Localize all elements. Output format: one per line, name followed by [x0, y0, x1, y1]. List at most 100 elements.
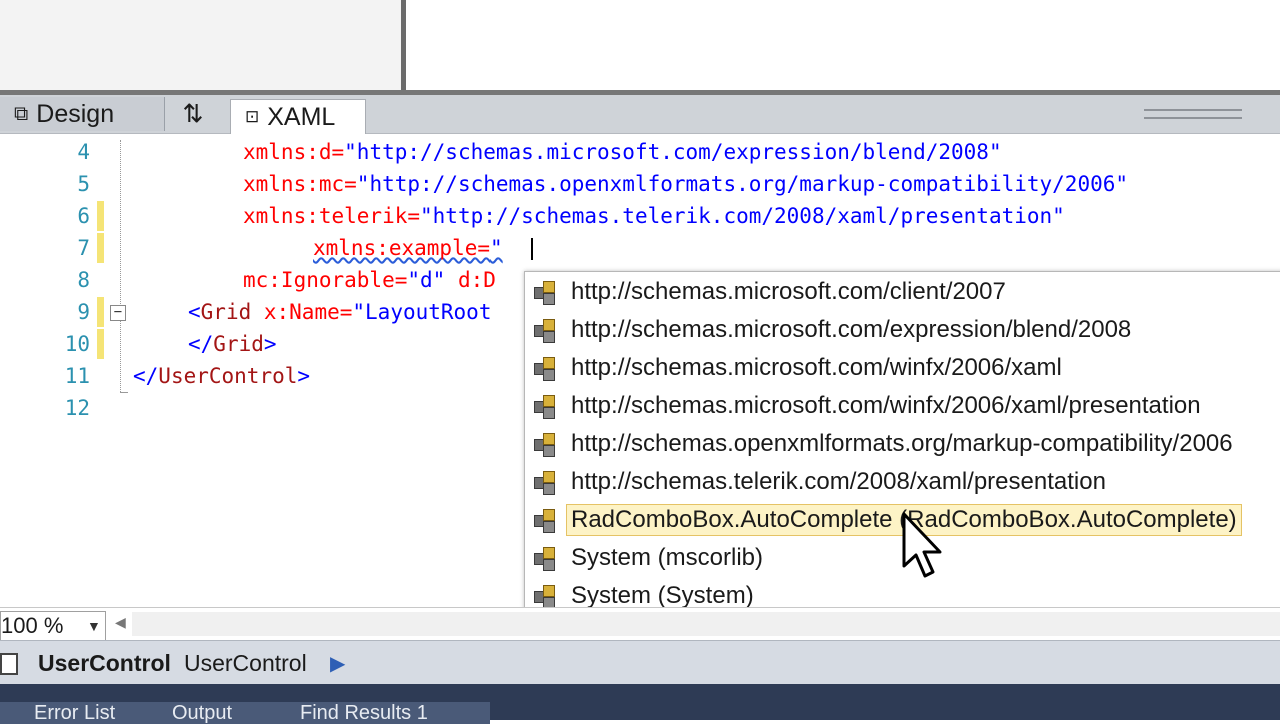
- code-text: mc:Ignorable="d" d:D: [243, 264, 496, 296]
- swap-panes-button[interactable]: ⇅: [158, 97, 228, 131]
- namespace-icon: [531, 507, 561, 533]
- line-number: 6: [77, 204, 90, 228]
- completion-item-label: http://schemas.microsoft.com/winfx/2006/…: [571, 392, 1201, 419]
- tab-find-results[interactable]: Find Results 1: [266, 702, 490, 724]
- tab-error-list[interactable]: Error List: [0, 702, 156, 724]
- completion-item-label: http://schemas.openxmlformats.org/markup…: [571, 430, 1233, 457]
- line-number: 9: [77, 300, 90, 324]
- tab-label: Find Results 1: [300, 702, 428, 724]
- namespace-icon: [531, 469, 561, 495]
- attribute-name: xmlns:d=: [243, 140, 345, 164]
- code-line[interactable]: 6 xmlns:telerik="http://schemas.telerik.…: [0, 200, 1280, 232]
- completion-item-label: http://schemas.microsoft.com/expression/…: [571, 316, 1132, 343]
- line-number: 7: [77, 236, 90, 260]
- attribute-value: "http://schemas.telerik.com/2008/xaml/pr…: [420, 204, 1065, 228]
- line-number: 10: [64, 332, 90, 356]
- tab-xaml[interactable]: ⊡ XAML: [230, 99, 366, 134]
- attribute-name: x:Name=: [251, 300, 353, 324]
- line-number: 12: [64, 396, 90, 420]
- horizontal-scrollbar[interactable]: [132, 612, 1280, 636]
- breadcrumb-element-type[interactable]: UserControl: [184, 650, 307, 677]
- design-left-pane: [0, 0, 406, 95]
- completion-item[interactable]: http://schemas.microsoft.com/winfx/2006/…: [527, 388, 1280, 424]
- attribute-name: mc:Ignorable=: [243, 268, 408, 292]
- swap-panes-icon: ⇅: [182, 100, 204, 128]
- document-icon: [0, 653, 18, 675]
- change-marker: [97, 201, 104, 231]
- tag-bracket: </: [188, 332, 214, 356]
- namespace-icon: [531, 545, 561, 571]
- tag-bracket: >: [263, 332, 277, 356]
- tab-xaml-label: XAML: [267, 102, 336, 131]
- editor-zoom-bar: 100 % ▼ ◀: [0, 607, 1280, 641]
- line-number: 8: [77, 268, 90, 292]
- attribute-name: xmlns:telerik=: [243, 204, 421, 228]
- completion-item-label: System (mscorlib): [571, 544, 764, 571]
- namespace-icon: [531, 355, 561, 381]
- completion-item[interactable]: http://schemas.openxmlformats.org/markup…: [527, 426, 1280, 462]
- attribute-value: "http://schemas.microsoft.com/expression…: [344, 140, 1002, 164]
- tag-bracket: >: [297, 364, 311, 388]
- tab-design[interactable]: ⧉ Design: [0, 97, 165, 131]
- design-surface[interactable]: [0, 0, 1280, 95]
- completion-item-label: http://schemas.microsoft.com/winfx/2006/…: [571, 354, 1062, 381]
- code-text: xmlns:mc="http://schemas.openxmlformats.…: [243, 168, 1128, 200]
- completion-item[interactable]: http://schemas.microsoft.com/client/2007: [527, 274, 1280, 310]
- view-tab-strip: ⧉ Design ⇅ ⊡ XAML: [0, 95, 1280, 134]
- completion-item[interactable]: http://schemas.telerik.com/2008/xaml/pre…: [527, 464, 1280, 500]
- chevron-down-icon[interactable]: ▼: [87, 612, 101, 640]
- tab-label: Output: [172, 702, 233, 724]
- completion-item-label: http://schemas.microsoft.com/client/2007: [571, 278, 1006, 305]
- line-number: 11: [64, 364, 90, 388]
- code-text: </Grid>: [188, 328, 277, 360]
- tag-name: UserControl: [158, 364, 298, 388]
- change-marker: [97, 233, 104, 263]
- code-line[interactable]: 7 xmlns:example=": [0, 232, 1280, 264]
- zoom-select[interactable]: 100 % ▼: [0, 611, 106, 641]
- code-text: <Grid x:Name="LayoutRoot: [188, 296, 491, 328]
- code-line[interactable]: 5 xmlns:mc="http://schemas.openxmlformat…: [0, 168, 1280, 200]
- change-marker: [97, 329, 104, 359]
- code-text: </UserControl>: [133, 360, 310, 392]
- namespace-icon: [531, 279, 561, 305]
- attribute-value: "d": [407, 268, 446, 292]
- tool-window-tabs: Error List Output Find Results 1: [0, 684, 1280, 724]
- zoom-value: 100 %: [1, 613, 64, 638]
- design-view-icon: ⧉: [14, 102, 29, 125]
- tag-name: Grid: [213, 332, 264, 356]
- change-marker: [97, 297, 104, 327]
- tag-bracket: <: [188, 300, 201, 324]
- attribute-name: xmlns:mc=: [243, 172, 357, 196]
- namespace-icon: [531, 393, 561, 419]
- attribute-value: ": [490, 236, 503, 260]
- namespace-icon: [531, 431, 561, 457]
- xaml-view-icon: ⊡: [245, 107, 260, 126]
- tag-bracket: </: [133, 364, 159, 388]
- completion-item[interactable]: http://schemas.microsoft.com/winfx/2006/…: [527, 350, 1280, 386]
- attribute-name: xmlns:example=: [313, 236, 491, 260]
- line-number: 5: [77, 172, 90, 196]
- element-breadcrumb: UserControl UserControl ▶: [0, 640, 1280, 685]
- code-text: xmlns:telerik="http://schemas.telerik.co…: [243, 200, 1065, 232]
- tab-label: Error List: [34, 702, 116, 724]
- line-number: 4: [77, 140, 90, 164]
- scroll-left-icon[interactable]: ◀: [115, 614, 126, 631]
- namespace-icon: [531, 583, 561, 609]
- tag-name: Grid: [200, 300, 252, 324]
- breadcrumb-element[interactable]: UserControl: [38, 650, 171, 677]
- code-line[interactable]: 4 xmlns:d="http://schemas.microsoft.com/…: [0, 136, 1280, 168]
- code-text: xmlns:d="http://schemas.microsoft.com/ex…: [243, 136, 1002, 168]
- text-caret: [531, 238, 533, 260]
- attribute-value: "LayoutRoot: [352, 300, 492, 324]
- tab-design-label: Design: [36, 99, 115, 128]
- breadcrumb-arrow-icon[interactable]: ▶: [330, 651, 345, 676]
- attribute-value: "http://schemas.openxmlformats.org/marku…: [356, 172, 1129, 196]
- code-text: xmlns:example=": [313, 232, 503, 264]
- completion-item[interactable]: http://schemas.microsoft.com/expression/…: [527, 312, 1280, 348]
- mouse-pointer-icon: [902, 512, 942, 578]
- attribute-name: d:D: [445, 268, 496, 292]
- completion-item-label: System (System): [571, 582, 754, 609]
- completion-item-label: http://schemas.telerik.com/2008/xaml/pre…: [571, 468, 1106, 495]
- namespace-icon: [531, 317, 561, 343]
- splitter-grip-icon[interactable]: [1144, 109, 1242, 119]
